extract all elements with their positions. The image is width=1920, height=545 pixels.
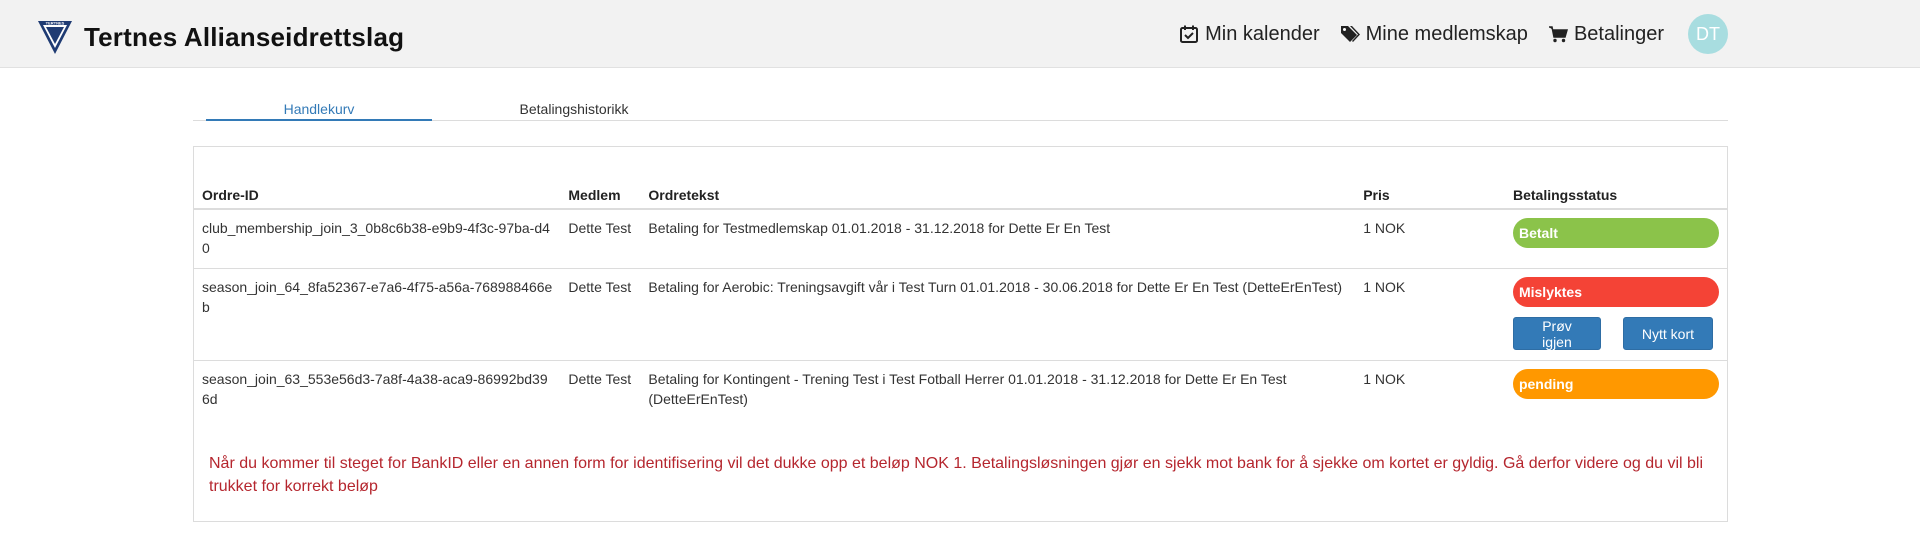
payment-actions: Prøv igjen Nytt kort <box>1512 317 1719 350</box>
member-cell: Dette Test <box>560 209 641 269</box>
price-cell: 1 NOK <box>1363 371 1406 387</box>
top-navbar: TERTNES Tertnes Allianseidrettslag Min k… <box>0 0 1920 68</box>
column-header-order-id: Ordre-ID <box>194 181 561 210</box>
nav-label-memberships: Mine medlemskap <box>1365 22 1528 45</box>
order-id-cell: season_join_64_8fa52367-e7a6-4f75-a56a-7… <box>194 268 561 361</box>
tab-cart[interactable]: Handlekurv <box>206 101 432 121</box>
shopping-cart-icon <box>1548 26 1568 43</box>
table-row: club_membership_join_3_0b8c6b38-e9b9-4f3… <box>194 209 1727 269</box>
orders-table: Ordre-ID Medlem Ordretekst Pris Betaling… <box>194 181 1727 419</box>
member-cell: Dette Test <box>560 268 641 361</box>
nav-item-payments[interactable]: Betalinger <box>1548 23 1664 46</box>
member-cell: Dette Test <box>568 371 632 387</box>
price-cell: 1 NOK <box>1355 209 1505 269</box>
brand-name[interactable]: Tertnes Allianseidrettslag <box>84 22 404 53</box>
column-header-payment-status: Betalingsstatus <box>1504 181 1727 210</box>
column-header-order-text: Ordretekst <box>640 181 1356 210</box>
status-cell: pending <box>1505 361 1727 420</box>
column-header-member: Medlem <box>560 181 641 210</box>
order-id-cell: club_membership_join_3_0b8c6b38-e9b9-4f3… <box>194 209 561 269</box>
price-cell: 1 NOK <box>1355 268 1505 361</box>
status-badge-pending: pending <box>1512 369 1719 399</box>
new-card-button[interactable]: Nytt kort <box>1622 317 1713 350</box>
order-text-cell: Betaling for Testmedlemskap 01.01.2018 -… <box>640 209 1356 269</box>
brand[interactable]: TERTNES Tertnes Allianseidrettslag <box>36 18 404 56</box>
nav-label-calendar: Min kalender <box>1205 22 1320 45</box>
order-text-cell: Betaling for Kontingent - Trening Test i… <box>648 371 1287 407</box>
club-logo: TERTNES <box>38 21 72 54</box>
nav-item-memberships[interactable]: Mine medlemskap <box>1340 23 1528 46</box>
status-badge-paid: Betalt <box>1512 218 1719 248</box>
table-row: season_join_63_553e56d3-7a8f-4a38-aca9-8… <box>194 361 1727 420</box>
user-avatar[interactable]: DT <box>1688 14 1728 54</box>
column-header-price: Pris <box>1355 181 1505 210</box>
table-row: season_join_64_8fa52367-e7a6-4f75-a56a-7… <box>194 268 1727 361</box>
order-text-cell: Betaling for Aerobic: Treningsavgift vår… <box>640 268 1356 361</box>
status-badge-failed: Mislyktes <box>1512 277 1719 307</box>
status-cell: Betalt <box>1504 209 1727 269</box>
nav-item-calendar[interactable]: Min kalender <box>1179 23 1320 46</box>
status-cell: Mislyktes Prøv igjen Nytt kort <box>1504 268 1727 361</box>
order-id-cell: season_join_63_553e56d3-7a8f-4a38-aca9-8… <box>202 371 548 407</box>
tab-bar: Handlekurv Betalingshistorikk <box>193 97 1728 121</box>
table-header-row: Ordre-ID Medlem Ordretekst Pris Betaling… <box>194 181 1727 210</box>
retry-payment-button[interactable]: Prøv igjen <box>1512 317 1601 350</box>
main-nav: Min kalender Mine medlemskap Betalinger … <box>1159 14 1728 54</box>
tab-payment-history[interactable]: Betalingshistorikk <box>461 101 687 117</box>
cart-panel: Ordre-ID Medlem Ordretekst Pris Betaling… <box>193 146 1728 522</box>
nav-label-payments: Betalinger <box>1573 22 1664 45</box>
calendar-check-icon <box>1180 25 1199 43</box>
payment-notice: Når du kommer til steget for BankID elle… <box>209 455 1704 495</box>
svg-text:TERTNES: TERTNES <box>46 21 65 26</box>
tags-icon <box>1340 26 1360 42</box>
